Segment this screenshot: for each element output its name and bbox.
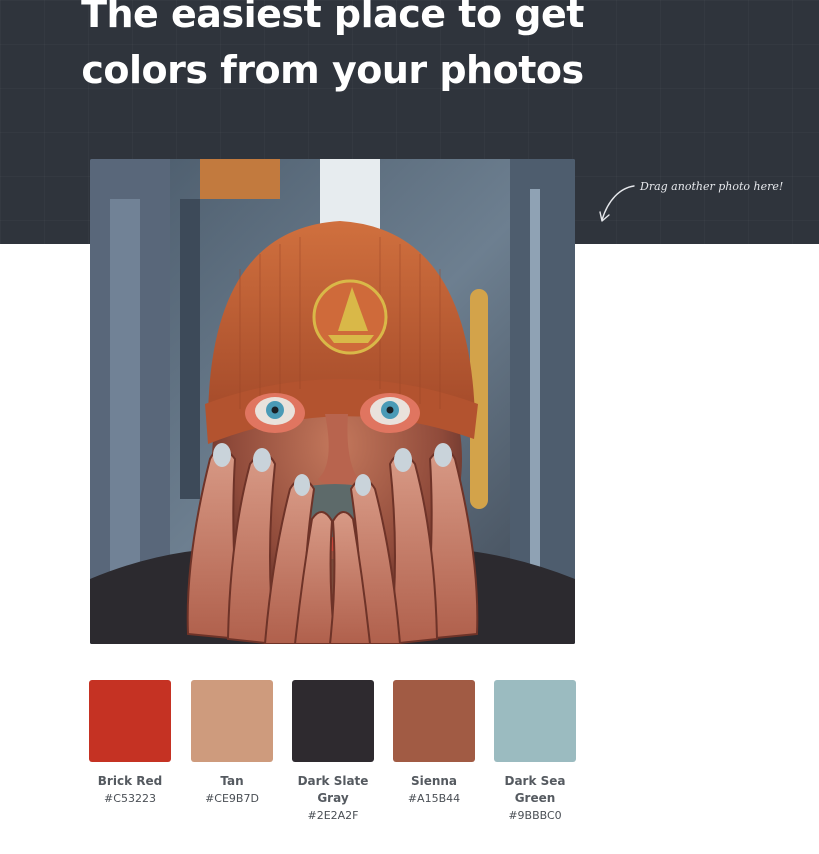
- swatch-chip[interactable]: [191, 680, 273, 762]
- drop-hint-text: Drag another photo here!: [640, 180, 784, 193]
- swatch-dark-slate-gray[interactable]: Dark Slate Gray #2E2A2F: [292, 680, 374, 824]
- page-title-line-2: colors from your photos: [81, 48, 584, 92]
- swatch-name: Dark Sea Green: [504, 774, 566, 805]
- swatch-hex: #CE9B7D: [205, 792, 259, 805]
- swatch-brick-red[interactable]: Brick Red #C53223: [89, 680, 171, 807]
- swatch-hex: #C53223: [104, 792, 156, 805]
- curved-arrow-icon: [599, 185, 635, 222]
- swatch-hex: #2E2A2F: [307, 809, 359, 822]
- swatch-name: Brick Red: [97, 774, 163, 788]
- swatch-chip[interactable]: [393, 680, 475, 762]
- page-title: The easiest place to get colors from you…: [70, 0, 595, 98]
- photo-image: [90, 159, 575, 644]
- swatch-chip[interactable]: [89, 680, 171, 762]
- swatch-tan[interactable]: Tan #CE9B7D: [191, 680, 273, 807]
- swatch-name: Sienna: [410, 774, 458, 788]
- uploaded-photo[interactable]: [90, 159, 575, 644]
- swatch-name: Tan: [220, 774, 244, 788]
- swatch-name: Dark Slate Gray: [297, 774, 369, 805]
- swatch-chip[interactable]: [292, 680, 374, 762]
- swatch-chip[interactable]: [494, 680, 576, 762]
- page-title-line-1: The easiest place to get: [81, 0, 584, 36]
- drop-hint: Drag another photo here!: [598, 176, 788, 226]
- swatch-dark-sea-green[interactable]: Dark Sea Green #9BBBC0: [494, 680, 576, 824]
- swatch-hex: #A15B44: [407, 792, 461, 805]
- swatch-sienna[interactable]: Sienna #A15B44: [393, 680, 475, 807]
- swatch-hex: #9BBBC0: [508, 809, 562, 822]
